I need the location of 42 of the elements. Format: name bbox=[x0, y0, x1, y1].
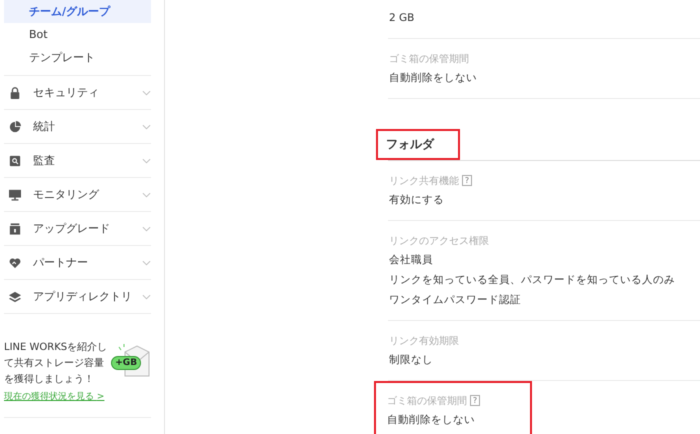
sidebar-item[interactable]: セキュリティ bbox=[33, 85, 142, 100]
storage-badge: +GB bbox=[111, 356, 142, 370]
setting-value: リンクを知っている全員、パスワードを知っている人のみ bbox=[389, 273, 676, 288]
setting-label: リンクのアクセス権限 bbox=[389, 234, 489, 248]
sidebar-subitem[interactable]: テンプレート bbox=[4, 46, 151, 69]
promo-text: LINE WORKSを紹介して共有ストレージ容量を獲得しましょう！ bbox=[4, 342, 108, 385]
chevron-down-icon[interactable] bbox=[142, 260, 151, 266]
chevron-down-icon[interactable] bbox=[142, 294, 151, 300]
search-document-icon bbox=[9, 154, 21, 166]
layers-icon bbox=[9, 290, 21, 302]
help-icon[interactable]: ? bbox=[470, 395, 480, 406]
chevron-down-icon[interactable] bbox=[142, 226, 151, 232]
box-icon bbox=[9, 222, 21, 234]
setting-value: 自動削除をしない bbox=[387, 413, 476, 428]
setting-label: ゴミ箱の保管期間 bbox=[387, 394, 467, 408]
sidebar-item[interactable]: アプリディレクトリ bbox=[33, 289, 142, 304]
sidebar-item[interactable]: モニタリング bbox=[33, 187, 142, 202]
sidebar-item[interactable]: 統計 bbox=[33, 119, 142, 134]
monitor-icon bbox=[9, 188, 21, 200]
setting-label: リンク共有機能 bbox=[389, 174, 459, 188]
setting-value: 2 GB bbox=[389, 11, 416, 26]
setting-value: ワンタイムパスワード認証 bbox=[389, 293, 522, 308]
lock-icon bbox=[9, 86, 21, 98]
setting-value: 会社職員 bbox=[389, 253, 434, 268]
setting-label: リンク有効期限 bbox=[389, 334, 459, 348]
help-icon[interactable]: ? bbox=[462, 175, 472, 186]
chevron-down-icon[interactable] bbox=[142, 124, 151, 130]
section-heading: フォルダ bbox=[376, 129, 460, 160]
setting-label: ゴミ箱の保管期間 bbox=[389, 52, 469, 66]
sidebar-item[interactable]: パートナー bbox=[33, 255, 142, 270]
pie-chart-icon bbox=[9, 120, 21, 132]
sidebar-item[interactable]: アップグレード bbox=[33, 221, 142, 236]
chevron-down-icon[interactable] bbox=[142, 192, 151, 198]
sidebar-subitem[interactable]: チーム/グループ bbox=[4, 0, 151, 23]
setting-value: 制限なし bbox=[389, 353, 434, 368]
setting-value: 有効にする bbox=[389, 193, 445, 208]
sidebar-subitem[interactable]: Bot bbox=[4, 23, 151, 46]
sidebar-item[interactable]: 監査 bbox=[33, 153, 142, 168]
chevron-down-icon[interactable] bbox=[142, 158, 151, 164]
chevron-down-icon[interactable] bbox=[142, 90, 151, 96]
heart-icon bbox=[9, 256, 21, 268]
setting-value: 自動削除をしない bbox=[389, 71, 478, 86]
